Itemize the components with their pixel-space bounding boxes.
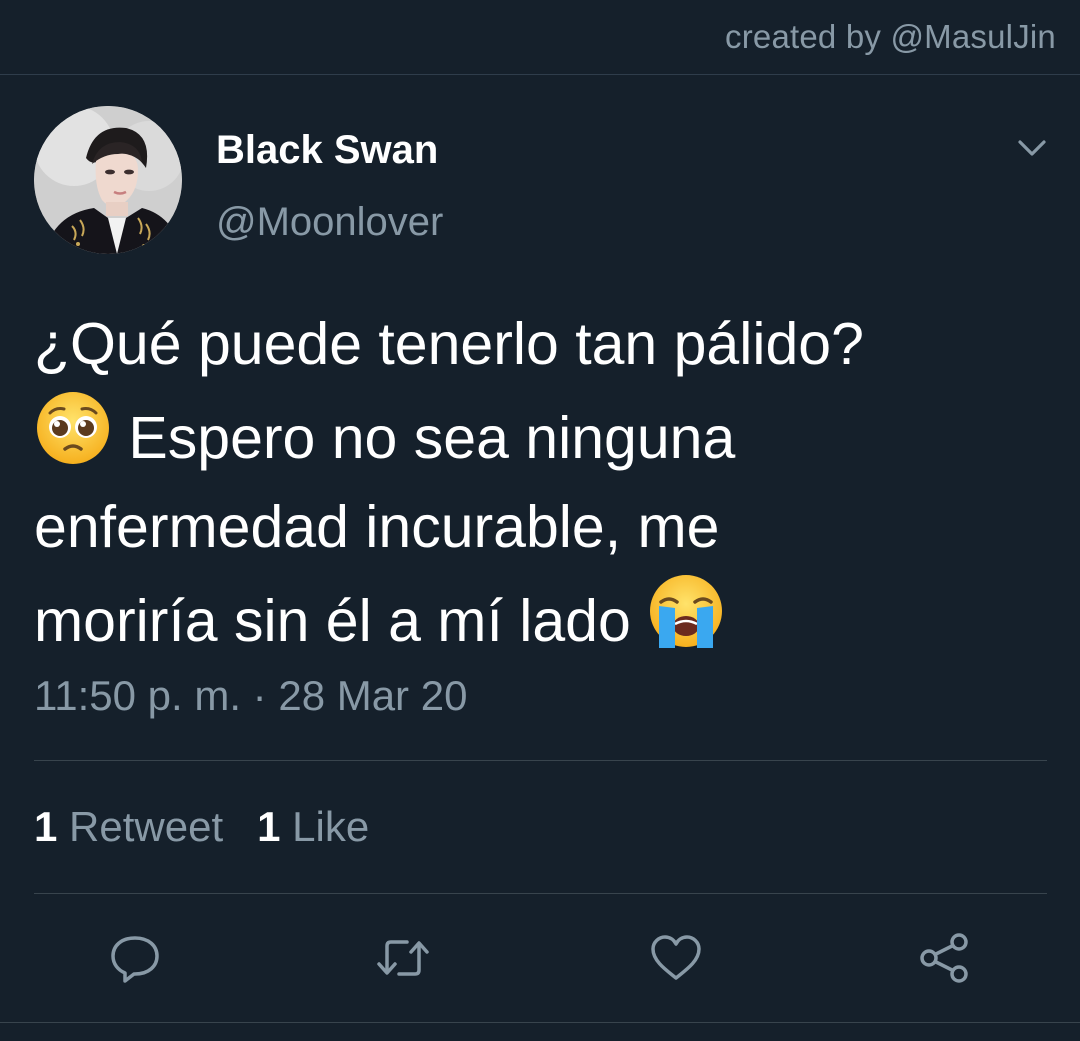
tweet-stats: 1 Retweet 1 Like: [34, 803, 369, 851]
pleading-face-icon: [34, 389, 112, 467]
reply-icon[interactable]: [107, 930, 163, 986]
tweet-line-3: enfermedad incurable, me: [34, 494, 720, 560]
like-label: Like: [292, 803, 370, 850]
retweet-stat[interactable]: 1 Retweet: [34, 803, 223, 850]
divider: [34, 760, 1047, 761]
like-icon[interactable]: [648, 930, 704, 986]
tweet-line-2-text: Espero no sea ninguna: [128, 405, 736, 471]
avatar[interactable]: [34, 106, 182, 254]
divider: [34, 893, 1047, 894]
chevron-down-icon[interactable]: [1012, 128, 1052, 168]
retweet-count: 1: [34, 803, 58, 850]
retweet-label: Retweet: [69, 803, 224, 850]
tweet-text: ¿Qué puede tenerlo tan pálido? Espero no…: [34, 300, 1054, 666]
like-stat[interactable]: 1 Like: [257, 803, 369, 850]
author-display-name[interactable]: Black Swan: [216, 128, 438, 173]
loudly-crying-face-icon: [647, 572, 725, 650]
credit-text: created by @MasulJin: [725, 18, 1056, 55]
share-icon[interactable]: [917, 930, 973, 986]
credit-bar: created by @MasulJin: [0, 0, 1080, 75]
tweet-line-2: Espero no sea ninguna: [34, 389, 1054, 483]
like-count: 1: [257, 803, 281, 850]
divider: [0, 1022, 1080, 1023]
author-handle[interactable]: @Moonlover: [216, 200, 443, 245]
tweet-timestamp[interactable]: 11:50 p. m. · 28 Mar 20: [34, 672, 467, 720]
avatar-image: [34, 106, 182, 254]
tweet-line-1: ¿Qué puede tenerlo tan pálido?: [34, 311, 864, 377]
tweet-line-4: moriría sin él a mí lado: [34, 572, 1054, 666]
retweet-icon[interactable]: [375, 930, 431, 986]
tweet-line-4-text: moriría sin él a mí lado: [34, 588, 631, 654]
